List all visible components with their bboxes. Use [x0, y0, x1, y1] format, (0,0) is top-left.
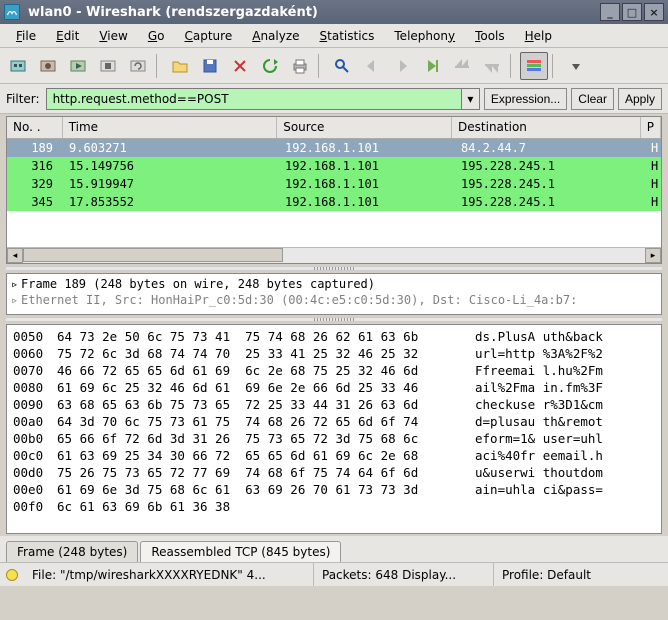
filter-label: Filter:: [6, 92, 42, 106]
first-icon[interactable]: [448, 52, 476, 80]
expand-icon[interactable]: ▹: [11, 277, 21, 291]
table-row[interactable]: 31615.149756192.168.1.101195.228.245.1H: [7, 157, 661, 175]
stop-capture-icon[interactable]: [94, 52, 122, 80]
h-scrollbar[interactable]: ◂ ▸: [7, 247, 661, 263]
scroll-right-icon[interactable]: ▸: [645, 248, 661, 263]
menu-go[interactable]: Go: [138, 27, 175, 45]
hex-row[interactable]: 00b065 66 6f 72 6d 3d 31 26 75 73 65 72 …: [13, 430, 655, 447]
menu-analyze[interactable]: Analyze: [242, 27, 309, 45]
toolbar: [0, 48, 668, 84]
more-icon[interactable]: [562, 52, 590, 80]
titlebar: wlan0 - Wireshark (rendszergazdaként) _ …: [0, 0, 668, 24]
close-button[interactable]: ×: [644, 3, 664, 21]
col-source[interactable]: Source: [277, 117, 452, 138]
last-icon[interactable]: [478, 52, 506, 80]
detail-line-eth[interactable]: Ethernet II, Src: HonHaiPr_c0:5d:30 (00:…: [21, 293, 577, 307]
detail-pane[interactable]: ▹Frame 189 (248 bytes on wire, 248 bytes…: [6, 273, 662, 315]
filter-combo[interactable]: ▾: [46, 88, 480, 110]
print-icon[interactable]: [286, 52, 314, 80]
expand-icon[interactable]: ▹: [11, 293, 21, 307]
packet-list-body[interactable]: 1899.603271192.168.1.10184.2.44.7H31615.…: [7, 139, 661, 211]
scroll-left-icon[interactable]: ◂: [7, 248, 23, 263]
expression-button[interactable]: Expression...: [484, 88, 567, 110]
menu-file[interactable]: File: [6, 27, 46, 45]
filterbar: Filter: ▾ Expression... Clear Apply: [0, 84, 668, 114]
packet-list-header: No. . Time Source Destination P: [7, 117, 661, 139]
wireshark-icon: [4, 4, 20, 20]
hex-row[interactable]: 009063 68 65 63 6b 75 73 65 72 25 33 44 …: [13, 396, 655, 413]
col-time[interactable]: Time: [63, 117, 278, 138]
find-icon[interactable]: [328, 52, 356, 80]
window-title: wlan0 - Wireshark (rendszergazdaként): [28, 5, 600, 20]
table-row[interactable]: 32915.919947192.168.1.101195.228.245.1H: [7, 175, 661, 193]
scroll-thumb[interactable]: [23, 248, 283, 262]
menu-capture[interactable]: Capture: [174, 27, 242, 45]
menu-view[interactable]: View: [89, 27, 137, 45]
menu-statistics[interactable]: Statistics: [310, 27, 385, 45]
tab-reassembled[interactable]: Reassembled TCP (845 bytes): [140, 541, 341, 562]
menu-telephony[interactable]: Telephony: [384, 27, 465, 45]
clear-button[interactable]: Clear: [571, 88, 614, 110]
back-icon[interactable]: [358, 52, 386, 80]
packet-list-pane: No. . Time Source Destination P 1899.603…: [6, 116, 662, 264]
hex-row[interactable]: 00d075 26 75 73 65 72 77 69 74 68 6f 75 …: [13, 464, 655, 481]
splitter-1[interactable]: [6, 266, 662, 271]
col-no[interactable]: No. .: [7, 117, 63, 138]
hex-row[interactable]: 00c061 63 69 25 34 30 66 72 65 65 6d 61 …: [13, 447, 655, 464]
restart-capture-icon[interactable]: [124, 52, 152, 80]
apply-button[interactable]: Apply: [618, 88, 662, 110]
maximize-button[interactable]: □: [622, 3, 642, 21]
menu-tools[interactable]: Tools: [465, 27, 515, 45]
start-capture-icon[interactable]: [64, 52, 92, 80]
menubar: File Edit View Go Capture Analyze Statis…: [0, 24, 668, 48]
hex-pane[interactable]: 005064 73 2e 50 6c 75 73 41 75 74 68 26 …: [6, 324, 662, 534]
hex-row[interactable]: 007046 66 72 65 65 6d 61 69 6c 2e 68 75 …: [13, 362, 655, 379]
hex-row[interactable]: 00a064 3d 70 6c 75 73 61 75 74 68 26 72 …: [13, 413, 655, 430]
reload-icon[interactable]: [256, 52, 284, 80]
status-file[interactable]: File: "/tmp/wiresharkXXXXRYEDNK" 4...: [24, 563, 314, 586]
close-icon[interactable]: [226, 52, 254, 80]
colorize-icon[interactable]: [520, 52, 548, 80]
expert-led-icon[interactable]: [6, 569, 18, 581]
interfaces-icon[interactable]: [4, 52, 32, 80]
open-icon[interactable]: [166, 52, 194, 80]
hex-row[interactable]: 005064 73 2e 50 6c 75 73 41 75 74 68 26 …: [13, 328, 655, 345]
menu-help[interactable]: Help: [515, 27, 562, 45]
hex-row[interactable]: 006075 72 6c 3d 68 74 74 70 25 33 41 25 …: [13, 345, 655, 362]
save-icon[interactable]: [196, 52, 224, 80]
col-protocol[interactable]: P: [641, 117, 661, 138]
tab-frame[interactable]: Frame (248 bytes): [6, 541, 138, 562]
statusbar: File: "/tmp/wiresharkXXXXRYEDNK" 4... Pa…: [0, 562, 668, 586]
options-icon[interactable]: [34, 52, 62, 80]
splitter-2[interactable]: [6, 317, 662, 322]
minimize-button[interactable]: _: [600, 3, 620, 21]
status-packets[interactable]: Packets: 648 Display...: [314, 563, 494, 586]
table-row[interactable]: 1899.603271192.168.1.10184.2.44.7H: [7, 139, 661, 157]
hex-row[interactable]: 00e061 69 6e 3d 75 68 6c 61 63 69 26 70 …: [13, 481, 655, 498]
filter-dropdown-icon[interactable]: ▾: [461, 89, 479, 109]
menu-edit[interactable]: Edit: [46, 27, 89, 45]
detail-line-frame[interactable]: Frame 189 (248 bytes on wire, 248 bytes …: [21, 277, 375, 291]
status-profile[interactable]: Profile: Default: [494, 563, 668, 586]
goto-icon[interactable]: [418, 52, 446, 80]
hex-row[interactable]: 008061 69 6c 25 32 46 6d 61 69 6e 2e 66 …: [13, 379, 655, 396]
hex-tabs: Frame (248 bytes) Reassembled TCP (845 b…: [0, 536, 668, 562]
forward-icon[interactable]: [388, 52, 416, 80]
col-destination[interactable]: Destination: [452, 117, 641, 138]
table-row[interactable]: 34517.853552192.168.1.101195.228.245.1H: [7, 193, 661, 211]
filter-input[interactable]: [47, 89, 461, 109]
hex-row[interactable]: 00f06c 61 63 69 6b 61 36 38: [13, 498, 655, 515]
